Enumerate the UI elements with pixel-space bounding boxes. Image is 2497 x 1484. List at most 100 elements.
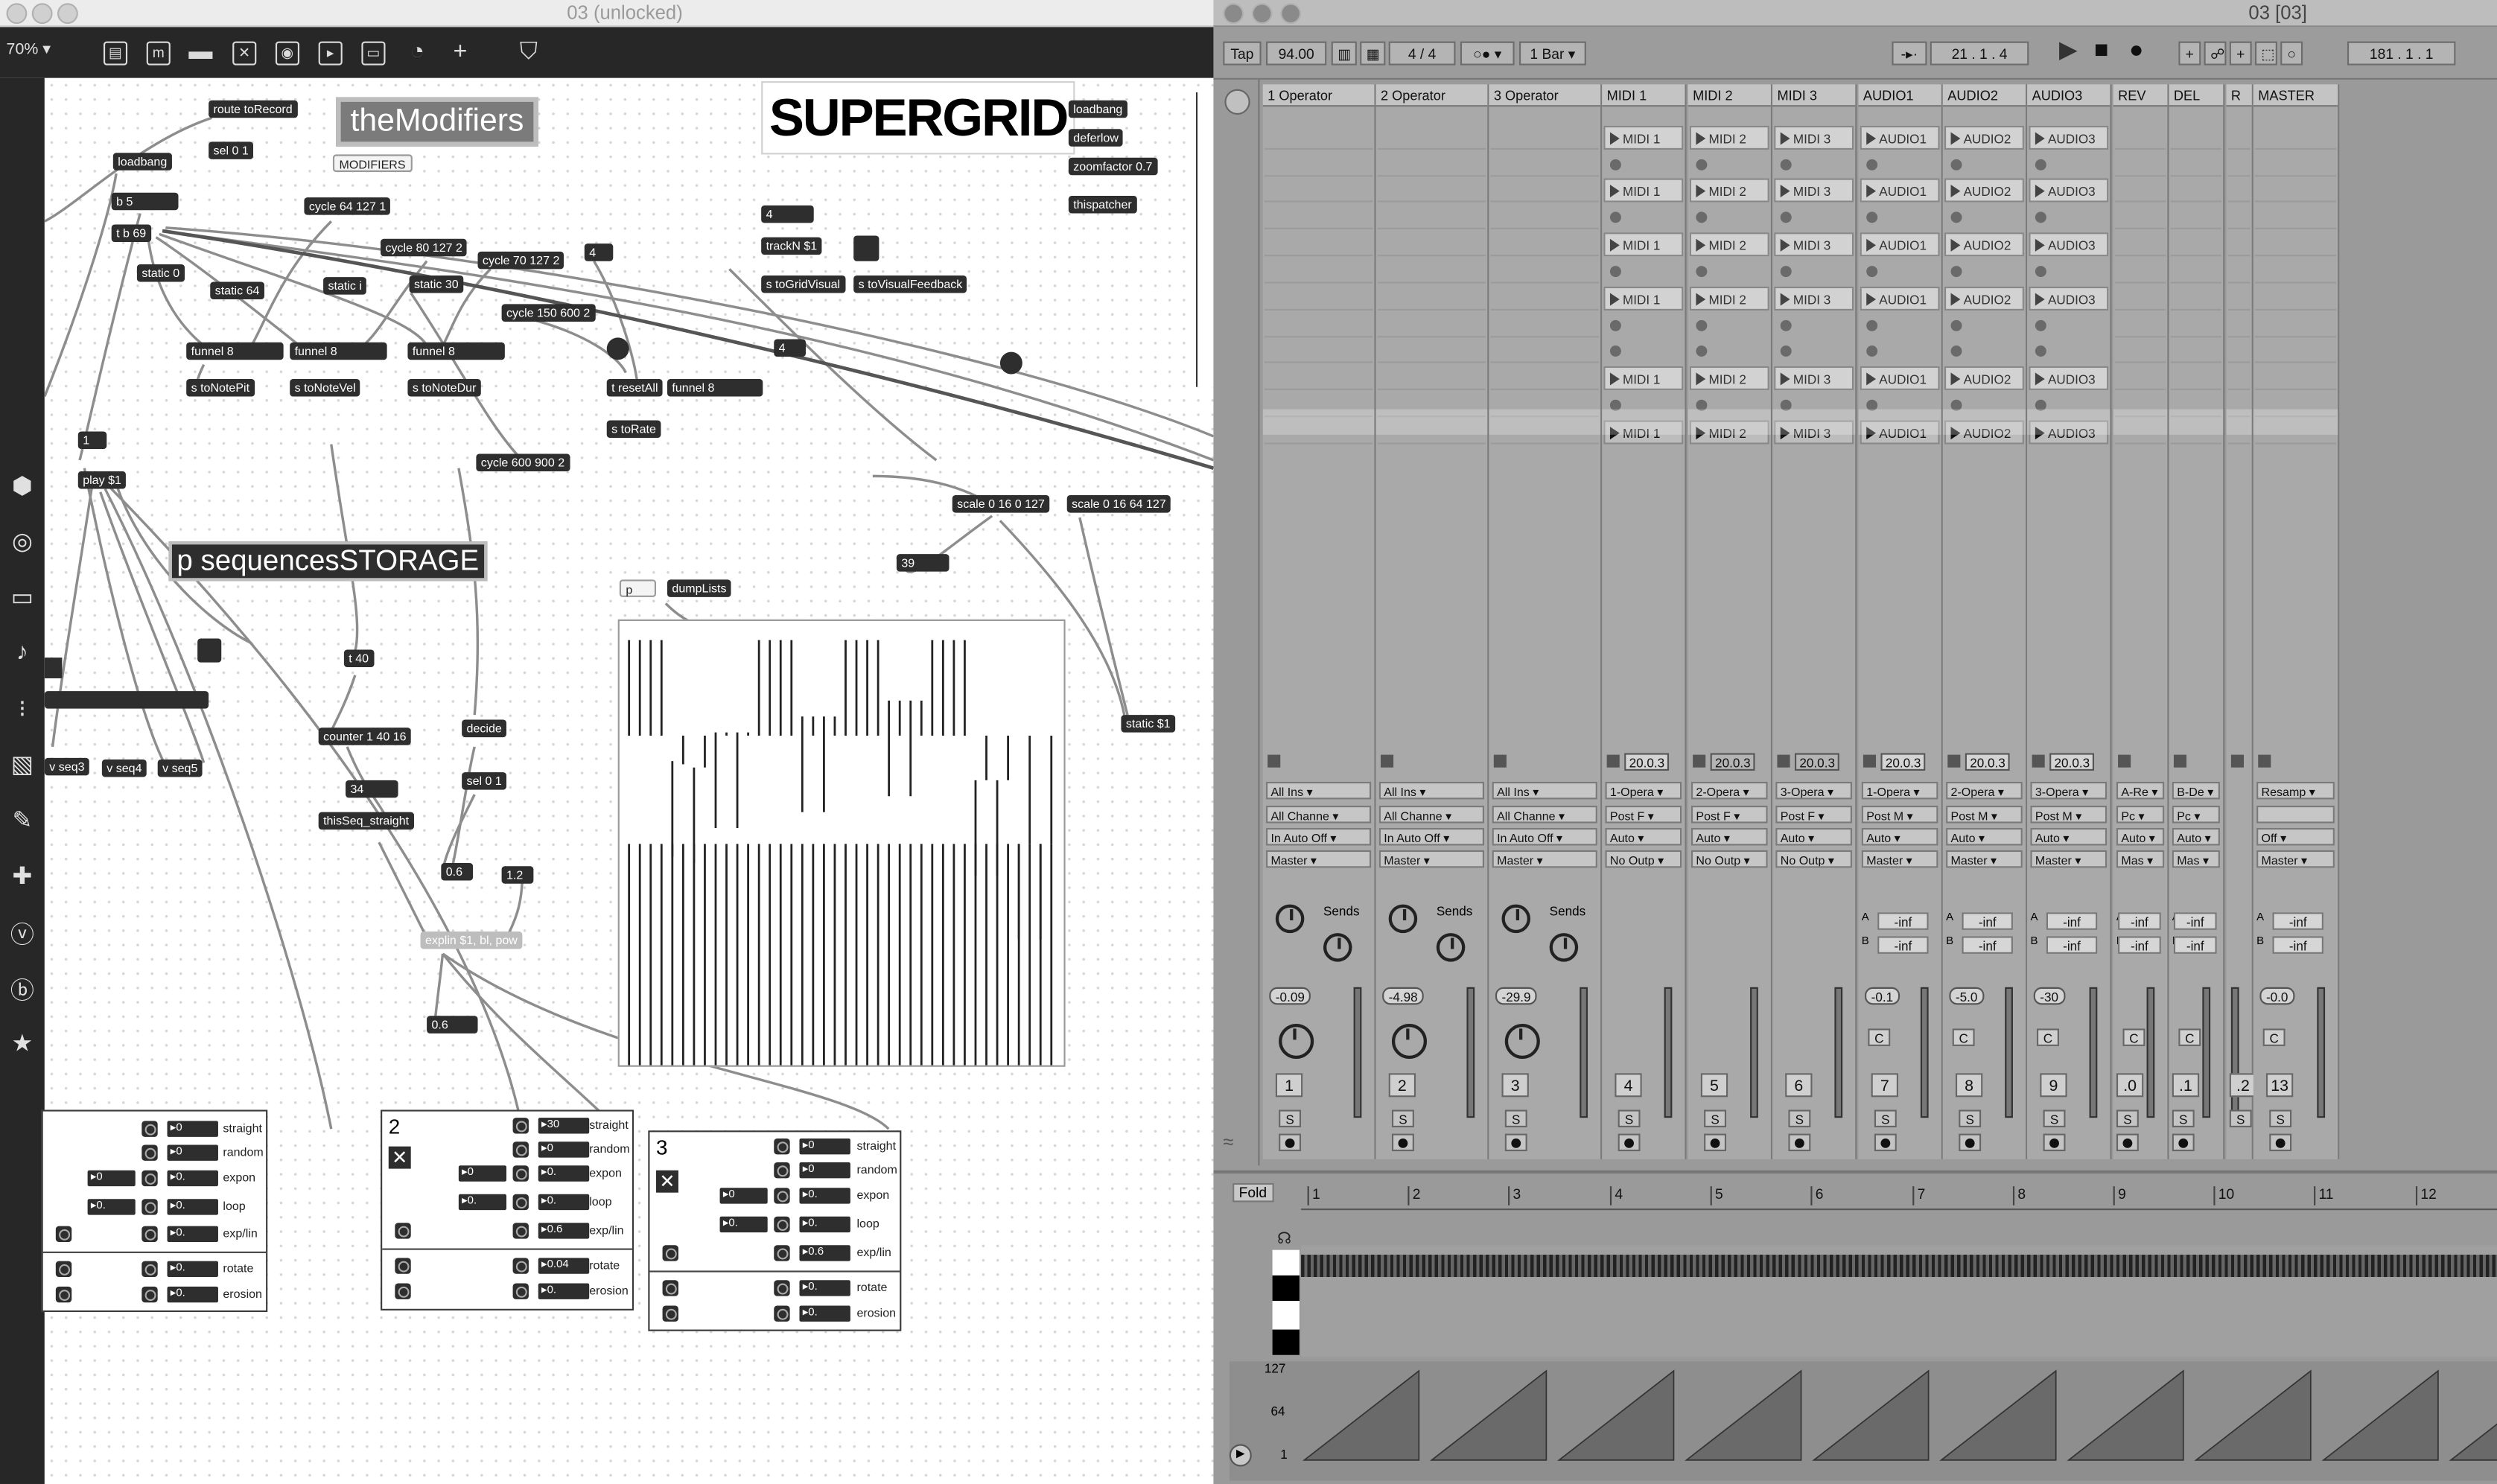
track-activator-button[interactable]: 9: [2040, 1073, 2067, 1098]
decide-object[interactable]: decide: [462, 719, 507, 738]
play-message[interactable]: play $1: [77, 471, 127, 489]
solo-button[interactable]: S: [1391, 1109, 1414, 1127]
session-record-icon[interactable]: ○: [2280, 41, 2303, 66]
modifier-secondary-number[interactable]: ▸0: [87, 1170, 136, 1187]
track-activator-button[interactable]: 3: [1501, 1073, 1529, 1098]
sel-object[interactable]: sel 0 1: [462, 772, 507, 790]
io-routing-chooser[interactable]: Mas ▾: [2116, 850, 2165, 868]
modifier-secondary-number[interactable]: ▸0: [719, 1188, 768, 1204]
io-routing-chooser[interactable]: All Ins ▾: [1378, 781, 1484, 800]
clip-slot[interactable]: MIDI 2: [1689, 178, 1769, 203]
arm-record-button[interactable]: [1279, 1133, 1302, 1152]
track-header[interactable]: AUDIO1: [1858, 84, 1941, 107]
cycle-150-object[interactable]: cycle 150 600 2: [501, 304, 595, 322]
arm-record-button[interactable]: [1618, 1133, 1641, 1152]
empty-clip-slot[interactable]: [2227, 179, 2251, 203]
io-routing-chooser[interactable]: Master ▾: [1946, 850, 2023, 868]
zoom-window-button[interactable]: [57, 3, 78, 25]
volume-field[interactable]: -0.0: [2259, 987, 2295, 1005]
io-routing-chooser[interactable]: All Ins ▾: [1492, 781, 1597, 800]
clip-slot[interactable]: AUDIO3: [2029, 232, 2109, 257]
modifier-toggle-button[interactable]: [55, 1261, 72, 1277]
clip-slot[interactable]: AUDIO2: [1944, 286, 2024, 311]
empty-clip-slot[interactable]: [1377, 260, 1486, 284]
record-button[interactable]: ●: [2125, 38, 2148, 62]
track-header[interactable]: 3 Operator: [1489, 84, 1601, 107]
empty-clip-slot[interactable]: [1490, 339, 1599, 363]
number-1-2-object[interactable]: 1.2: [501, 866, 534, 884]
io-routing-chooser[interactable]: No Outp ▾: [1690, 850, 1768, 868]
clip-stop-button[interactable]: [1944, 153, 2024, 176]
send-amount-field[interactable]: -inf: [1962, 936, 2013, 954]
comment-icon[interactable]: ▬: [185, 36, 217, 69]
io-routing-chooser[interactable]: Pc ▾: [2116, 806, 2165, 824]
presentation-icon[interactable]: ▤: [103, 41, 128, 66]
empty-clip-slot[interactable]: [2254, 366, 2337, 390]
volume-field[interactable]: -0.09: [1269, 987, 1311, 1005]
arm-record-button[interactable]: [1504, 1133, 1527, 1152]
io-routing-chooser[interactable]: Master ▾: [2030, 850, 2108, 868]
io-routing-chooser[interactable]: All Channe ▾: [1492, 806, 1597, 824]
io-routing-chooser[interactable]: Auto ▾: [1775, 827, 1852, 846]
arm-record-button[interactable]: [2116, 1133, 2139, 1152]
send-grid-visual-object[interactable]: s toGridVisual: [761, 275, 845, 293]
empty-clip-slot[interactable]: [2114, 313, 2166, 338]
empty-clip-slot[interactable]: [1490, 313, 1599, 338]
empty-clip-slot[interactable]: [2227, 126, 2251, 150]
clip-stop-button[interactable]: [1860, 313, 1940, 337]
empty-clip-slot[interactable]: [2170, 287, 2222, 311]
empty-clip-slot[interactable]: [2227, 313, 2251, 338]
empty-clip-slot[interactable]: [1264, 232, 1373, 257]
clip-stop-button[interactable]: [1603, 206, 1683, 229]
clip-stop-button[interactable]: [1944, 339, 2024, 363]
solo-button[interactable]: S: [2043, 1109, 2066, 1127]
cycle-70-object[interactable]: cycle 70 127 2: [477, 251, 564, 270]
clip-stop-button[interactable]: [1860, 339, 1940, 363]
empty-clip-slot[interactable]: [2254, 339, 2337, 363]
io-routing-chooser[interactable]: Off ▾: [2256, 827, 2335, 846]
modifier-toggle-button[interactable]: [141, 1226, 158, 1242]
track-stop-button[interactable]: [1493, 754, 1507, 768]
modifier-value-number[interactable]: ▸30: [538, 1118, 590, 1134]
modifier-value-number[interactable]: ▸0.: [799, 1188, 850, 1204]
crossfade-button[interactable]: C: [2122, 1028, 2145, 1046]
io-routing-chooser[interactable]: Post M ▾: [1861, 806, 1938, 824]
fold-button[interactable]: Fold: [1232, 1182, 1273, 1203]
track-activator-button[interactable]: .2: [2229, 1073, 2257, 1098]
empty-clip-slot[interactable]: [2114, 206, 2166, 229]
empty-clip-slot[interactable]: [2254, 179, 2337, 203]
modifier-toggle-button[interactable]: [512, 1258, 529, 1274]
modifier-toggle-button[interactable]: [512, 1223, 529, 1239]
clip-slot[interactable]: AUDIO1: [1860, 232, 1940, 257]
follow-icon[interactable]: -▸·: [1892, 41, 1927, 66]
send-note-pitch-object[interactable]: s toNotePit: [186, 378, 255, 397]
modifier-value-number[interactable]: ▸0.: [167, 1286, 218, 1303]
pan-knob[interactable]: [1391, 1023, 1428, 1060]
funnel-object[interactable]: funnel 8: [667, 378, 763, 397]
io-routing-chooser[interactable]: Auto ▾: [1946, 827, 2023, 846]
empty-clip-slot[interactable]: [2114, 366, 2166, 390]
send-b-knob[interactable]: [1436, 933, 1466, 962]
send-amount-field[interactable]: -inf: [2272, 912, 2323, 930]
modifier-toggle-button[interactable]: [774, 1188, 790, 1204]
close-icon[interactable]: ✕: [388, 1146, 411, 1169]
send-b-knob[interactable]: [1549, 933, 1579, 962]
empty-clip-slot[interactable]: [2227, 206, 2251, 229]
toggle-object[interactable]: [606, 337, 629, 360]
io-routing-chooser[interactable]: Auto ▾: [2030, 827, 2108, 846]
modifier-value-number[interactable]: ▸0.: [799, 1305, 850, 1322]
send-amount-field[interactable]: -inf: [2173, 912, 2217, 930]
static-30-object[interactable]: static 30: [409, 275, 464, 293]
track-stop-button[interactable]: [1777, 754, 1790, 768]
io-routing-chooser[interactable]: 3-Opera ▾: [1775, 781, 1852, 800]
close-icon[interactable]: ✕: [656, 1170, 678, 1193]
track-activator-button[interactable]: .1: [2172, 1073, 2200, 1098]
io-routing-chooser[interactable]: Post F ▾: [1775, 806, 1852, 824]
send-note-velocity-object[interactable]: s toNoteVel: [290, 378, 361, 397]
modifier-toggle-button[interactable]: [774, 1280, 790, 1296]
empty-clip-slot[interactable]: [1377, 153, 1486, 177]
empty-clip-slot[interactable]: [1264, 126, 1373, 150]
solo-button[interactable]: S: [1618, 1109, 1641, 1127]
automation-arm-icon[interactable]: ☍: [2204, 41, 2227, 66]
clip-stop-button[interactable]: [1774, 339, 1854, 363]
